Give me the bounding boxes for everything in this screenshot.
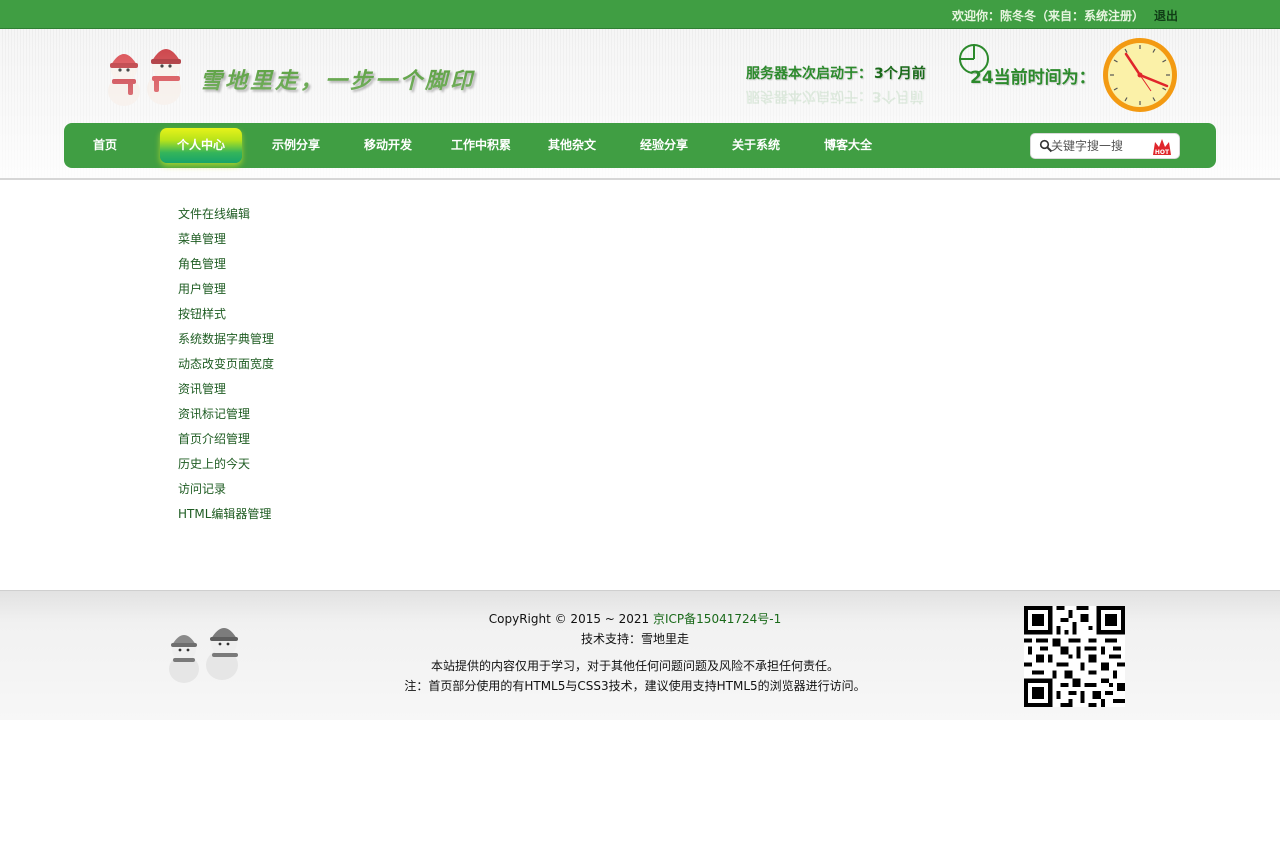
nav-item-examples[interactable]: 示例分享: [260, 123, 332, 168]
now-text: 当前时间为：: [993, 68, 1096, 88]
menu-item-role-management[interactable]: 角色管理: [178, 255, 274, 280]
nav-item-work-notes[interactable]: 工作中积累: [442, 123, 520, 168]
search-input[interactable]: [1051, 137, 1147, 155]
current-time-label: 24当前时间为：: [970, 63, 1096, 88]
clock-number: 24: [970, 68, 994, 88]
menu-item-home-intro[interactable]: 首页介绍管理: [178, 430, 274, 455]
copyright-text: CopyRight © 2015 ~ 2021: [488, 612, 654, 626]
server-uptime-value: 3个月前: [874, 66, 926, 82]
server-label: 服务器本次启动于：: [746, 66, 872, 82]
server-uptime: 服务器本次启动于： 3个月前: [746, 63, 926, 83]
nav-item-about[interactable]: 关于系统: [720, 123, 792, 168]
nav-item-blogs[interactable]: 博客大全: [812, 123, 884, 168]
hot-icon[interactable]: HOT: [1149, 138, 1175, 156]
menu-item-visit-log[interactable]: 访问记录: [178, 480, 274, 505]
menu-item-data-dictionary[interactable]: 系统数据字典管理: [178, 330, 274, 355]
qr-code: [1024, 606, 1125, 707]
server-uptime-reflection: 服务器本次启动于：3个月前: [746, 88, 924, 104]
welcome-text: 欢迎你：陈冬冬（来自：系统注册）: [951, 9, 1144, 23]
nav-item-experience[interactable]: 经验分享: [628, 123, 700, 168]
menu-item-news-tags[interactable]: 资讯标记管理: [178, 405, 274, 430]
site-slogan: 雪地里走，一步一个脚印: [200, 68, 476, 94]
snowman-logo[interactable]: [100, 39, 192, 109]
nav-item-misc[interactable]: 其他杂文: [536, 123, 608, 168]
site-header: 雪地里走，一步一个脚印 服务器本次启动于： 3个月前 服务器本次启动于：3个月前 …: [0, 29, 1280, 180]
menu-item-page-width[interactable]: 动态改变页面宽度: [178, 355, 274, 380]
nav-item-home[interactable]: 首页: [78, 123, 132, 168]
nav-item-personal-center[interactable]: 个人中心: [160, 128, 242, 163]
logout-link[interactable]: 退出: [1154, 7, 1178, 24]
menu-item-news-management[interactable]: 资讯管理: [178, 380, 274, 405]
menu-item-user-management[interactable]: 用户管理: [178, 280, 274, 305]
personal-menu: 文件在线编辑 菜单管理 角色管理 用户管理 按钮样式 系统数据字典管理 动态改变…: [178, 205, 274, 530]
menu-item-file-editor[interactable]: 文件在线编辑: [178, 205, 274, 230]
svg-text:HOT: HOT: [1155, 149, 1170, 156]
menu-item-menu-management[interactable]: 菜单管理: [178, 230, 274, 255]
main-nav: 首页 个人中心 示例分享 移动开发 工作中积累 其他杂文 经验分享 关于系统 博…: [64, 123, 1216, 168]
site-footer: CopyRight © 2015 ~ 2021 京ICP备15041724号-1…: [0, 590, 1280, 720]
top-bar: 欢迎你：陈冬冬（来自：系统注册） 退出: [0, 0, 1280, 29]
menu-item-html-editor[interactable]: HTML编辑器管理: [178, 505, 274, 530]
menu-item-button-styles[interactable]: 按钮样式: [178, 305, 274, 330]
search-box: HOT: [1030, 133, 1180, 159]
nav-item-mobile-dev[interactable]: 移动开发: [352, 123, 424, 168]
menu-item-today-in-history[interactable]: 历史上的今天: [178, 455, 274, 480]
clock-icon: [1103, 38, 1177, 112]
icp-link[interactable]: 京ICP备15041724号-1: [653, 612, 781, 626]
